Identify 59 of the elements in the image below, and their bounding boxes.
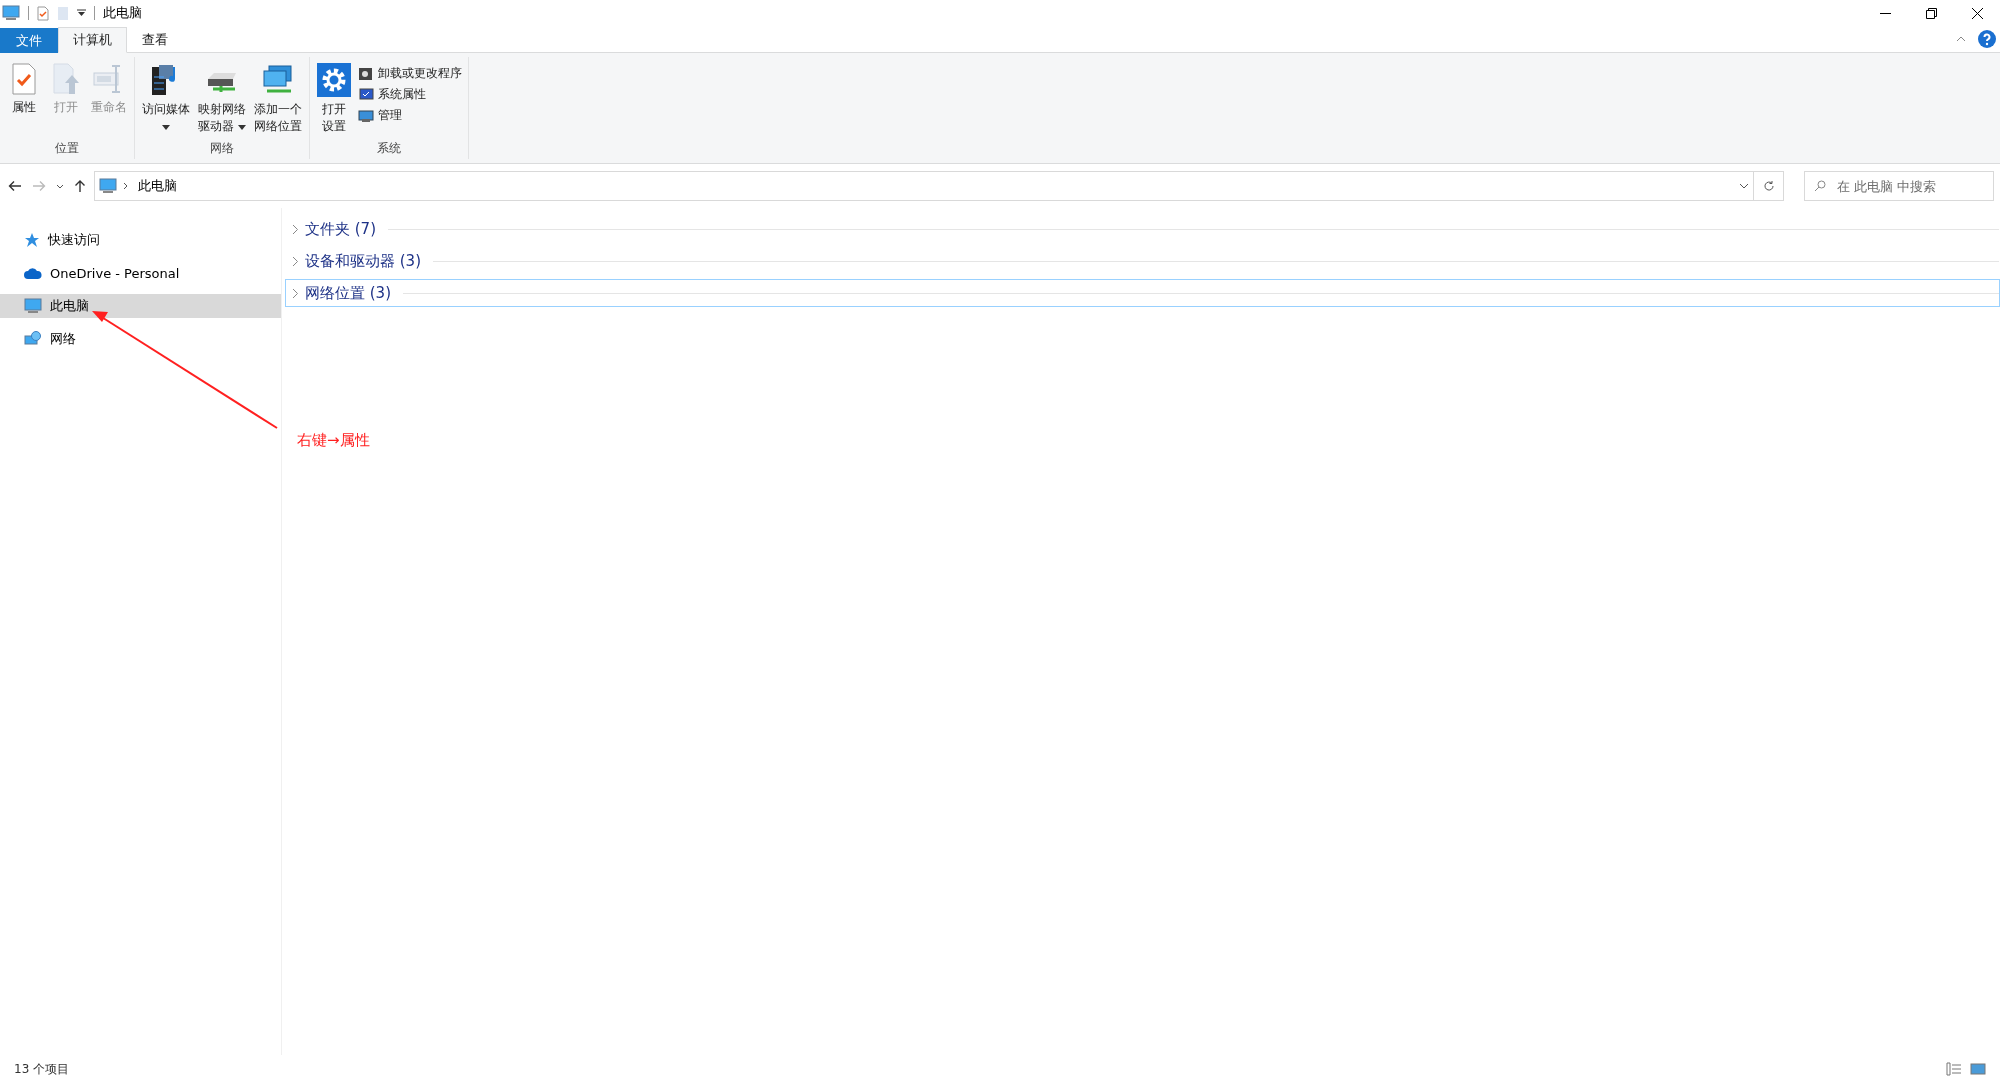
computer-icon xyxy=(99,178,117,194)
forward-arrow-icon xyxy=(32,180,46,192)
group-header[interactable]: 网络位置 (3) xyxy=(285,279,2000,307)
group-label: 网络 xyxy=(209,140,235,157)
checkmark-document-icon xyxy=(37,5,49,21)
chevron-icon xyxy=(292,287,299,299)
close-icon xyxy=(1971,7,1983,19)
chevron-icon xyxy=(292,255,299,267)
sidebar-item[interactable]: 此电脑 xyxy=(0,294,281,318)
computer-icon xyxy=(24,298,42,314)
sidebar-item[interactable]: 网络 xyxy=(0,327,281,351)
help-icon xyxy=(1978,30,1996,48)
annotation-text: 右键→属性 xyxy=(297,431,370,450)
monitor-check-icon xyxy=(358,86,374,103)
settings-icon xyxy=(317,63,351,97)
item-count: 13 个项目 xyxy=(14,1060,70,1078)
chevron-down-icon xyxy=(56,183,64,189)
ribbon-tab[interactable]: 计算机 xyxy=(58,27,127,53)
program-box-icon xyxy=(358,65,374,82)
back-arrow-icon xyxy=(8,180,22,192)
group-header[interactable]: 设备和驱动器 (3) xyxy=(285,247,2000,275)
document-upload-icon xyxy=(52,63,80,95)
ribbon-small-button[interactable]: 管理 xyxy=(356,107,464,124)
refresh-icon xyxy=(1762,180,1775,192)
collapse-caret-icon xyxy=(1956,36,1966,42)
dropdown-icon xyxy=(77,9,86,17)
checkmark-document-icon xyxy=(11,63,37,95)
group-header[interactable]: 文件夹 (7) xyxy=(285,215,2000,243)
window-title: 此电脑 xyxy=(103,4,142,22)
search-field[interactable]: 在 此电脑 中搜索 xyxy=(1804,171,1994,201)
restore-icon xyxy=(1925,7,1937,19)
document-icon xyxy=(57,5,69,21)
sidebar-item[interactable]: 快速访问 xyxy=(0,228,281,252)
ribbon-button[interactable]: 添加一个 网络位置 xyxy=(251,61,305,140)
ribbon-button[interactable]: 打开 设置 xyxy=(314,61,354,140)
ribbon-tab[interactable]: 文件 xyxy=(0,28,58,53)
star-icon xyxy=(24,232,40,248)
sidebar-item[interactable]: OneDrive - Personal xyxy=(0,261,281,285)
large-icons-view-icon xyxy=(1970,1062,1986,1076)
address-field[interactable]: 此电脑 xyxy=(94,171,1754,201)
computer-icon xyxy=(2,5,20,21)
up-arrow-icon xyxy=(74,179,86,193)
ribbon-button[interactable]: 映射网络 驱动器 xyxy=(195,61,249,140)
ribbon-small-button[interactable]: 卸载或更改程序 xyxy=(356,65,464,82)
details-view-icon xyxy=(1946,1062,1962,1076)
ribbon-tab[interactable]: 查看 xyxy=(127,27,183,53)
cloud-icon xyxy=(24,267,42,279)
chevron-icon xyxy=(292,223,299,235)
computer-management-icon xyxy=(358,107,374,124)
chevron-icon xyxy=(123,182,128,190)
group-label: 位置 xyxy=(54,140,80,157)
back-button[interactable] xyxy=(6,178,24,194)
network-icon xyxy=(24,331,42,347)
ribbon-button[interactable]: 属性 xyxy=(4,61,44,140)
ribbon-small-button[interactable]: 系统属性 xyxy=(356,86,464,103)
dropdown-icon xyxy=(1739,183,1749,189)
minimize-icon xyxy=(1879,12,1891,14)
ribbon-button[interactable]: 访问媒体 xyxy=(139,61,193,140)
group-label: 系统 xyxy=(376,140,402,157)
